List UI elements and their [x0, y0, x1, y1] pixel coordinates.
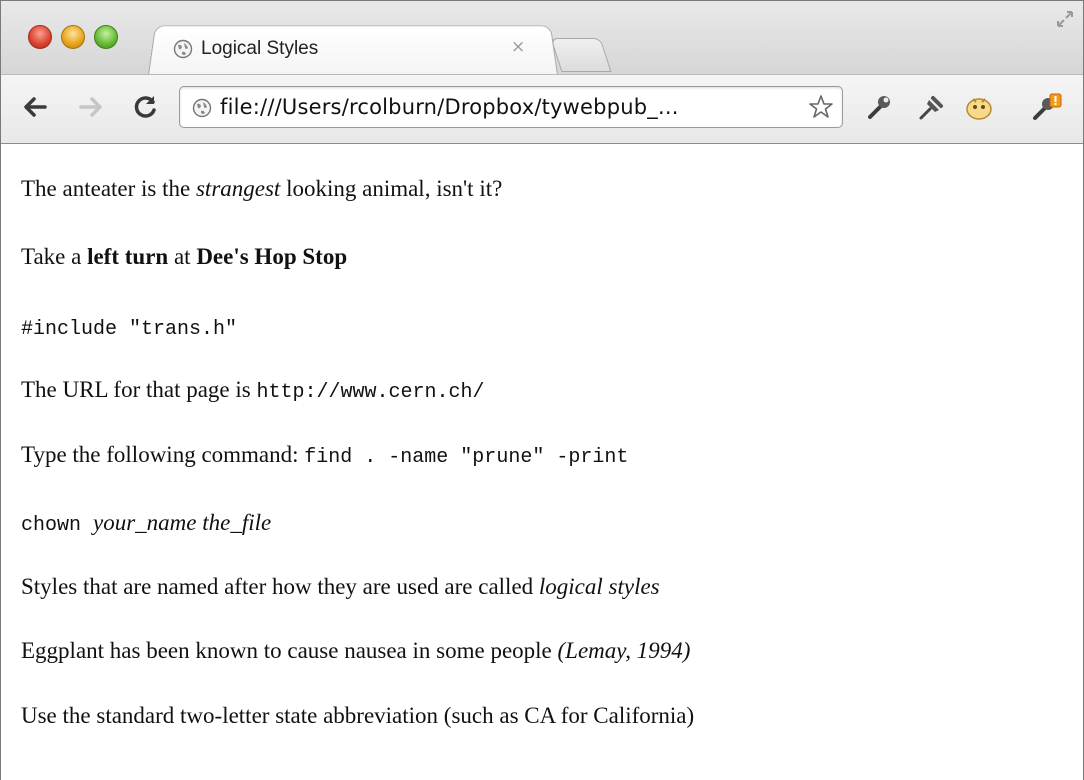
reload-icon: [134, 96, 156, 118]
globe-icon: [173, 39, 193, 59]
browser-window: Logical Styles × file:///Users/rcolburn/…: [0, 0, 1084, 780]
tab-content: Logical Styles: [173, 34, 318, 64]
strong-text-hop-stop: Dee's Hop Stop: [196, 244, 348, 269]
wrench-icon[interactable]: [863, 92, 895, 124]
maximize-window-button[interactable]: [94, 25, 118, 49]
abbreviation-line: Use the standard two-letter state abbrev…: [21, 703, 695, 728]
fullscreen-icon[interactable]: [1055, 9, 1075, 29]
code-chown: chown: [21, 514, 94, 537]
kbd-command: find . -name "prune" -print: [304, 446, 629, 469]
code-include: #include "trans.h": [21, 318, 238, 341]
new-tab-button[interactable]: [550, 38, 612, 72]
back-button[interactable]: [19, 91, 51, 123]
eggplant-line: Eggplant has been known to cause nausea …: [21, 638, 691, 663]
page-content: The anteater is the strangest looking an…: [21, 145, 1071, 775]
minimize-window-button[interactable]: [61, 25, 85, 49]
emphasis-text: strangest: [195, 176, 281, 201]
globe-icon: [192, 98, 212, 118]
forward-button[interactable]: [75, 91, 107, 123]
var-text: your_name the_file: [93, 510, 272, 535]
back-arrow-icon: [24, 97, 47, 117]
command-line: Type the following command: find . -name…: [21, 442, 629, 469]
logical-styles-line: Styles that are named after how they are…: [21, 574, 660, 599]
face-icon[interactable]: [963, 92, 995, 124]
include-code-line: #include "trans.h": [21, 313, 237, 342]
tab-title: Logical Styles: [201, 38, 319, 59]
citation-text: (Lemay, 1994): [557, 638, 691, 663]
tab-strip: Logical Styles ×: [1, 1, 1083, 76]
left-turn-line: Take a left turn at Dee's Hop Stop: [21, 244, 348, 269]
pin-icon[interactable]: [915, 92, 947, 124]
star-icon[interactable]: [808, 94, 834, 120]
definition-text: logical styles: [538, 574, 660, 599]
url-text: file:///Users/rcolburn/Dropbox/tywebpub_…: [220, 95, 679, 119]
tab-close-button[interactable]: ×: [511, 37, 525, 57]
toolbar: file:///Users/rcolburn/Dropbox/tywebpub_…: [1, 74, 1083, 144]
code-url: http://www.cern.ch/: [256, 381, 485, 404]
strong-text-left-turn: left turn: [87, 244, 169, 269]
forward-arrow-icon: [79, 97, 102, 117]
address-bar[interactable]: file:///Users/rcolburn/Dropbox/tywebpub_…: [179, 86, 843, 128]
anteater-line: The anteater is the strangest looking an…: [21, 176, 503, 201]
wrench-warning-icon[interactable]: [1031, 92, 1063, 124]
reload-button[interactable]: [129, 91, 161, 123]
close-window-button[interactable]: [28, 25, 52, 49]
url-line: The URL for that page is http://www.cern…: [21, 377, 485, 404]
chown-line: chown your_name the_file: [21, 509, 271, 538]
